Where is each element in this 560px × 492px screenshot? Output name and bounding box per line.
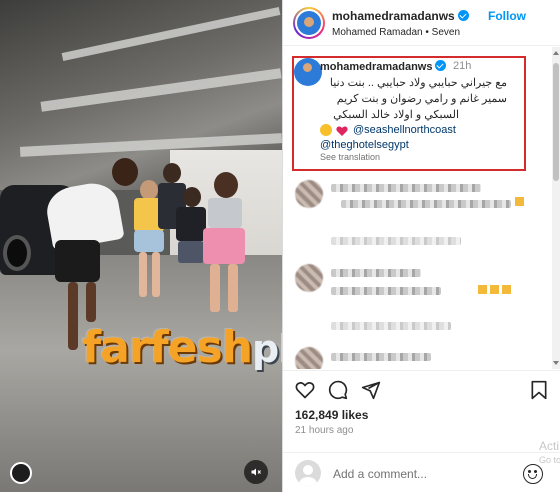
os-activation-subtext: Go to: [539, 455, 560, 465]
reel-video[interactable]: farfeshplus.com: [0, 0, 282, 492]
bookmark-icon[interactable]: [529, 380, 549, 400]
share-icon[interactable]: [361, 380, 381, 400]
current-user-avatar: [295, 460, 321, 486]
comments-list: mohamedramadanws 21h مع جيراني حبايبي ول…: [283, 47, 553, 369]
comment-icon[interactable]: [328, 380, 348, 400]
see-translation-link[interactable]: See translation: [320, 152, 380, 162]
comments-scrollbar[interactable]: [552, 47, 560, 369]
instagram-post-view: farfeshplus.com mohamedramadanws Follow …: [0, 0, 560, 492]
author-avatar[interactable]: [293, 7, 325, 39]
caption-mention[interactable]: @seashellnorthcoast: [353, 124, 456, 136]
os-activation-watermark: Acti: [539, 439, 560, 453]
red-heart-icon: [336, 126, 348, 136]
reel-author-avatar[interactable]: [10, 462, 32, 484]
like-heart-icon[interactable]: [295, 380, 315, 400]
caption-line: السبكي و اولاد خالد السبكي: [333, 109, 459, 121]
emoji-icon[interactable]: [523, 464, 543, 484]
mute-button[interactable]: [244, 460, 268, 484]
verified-icon: [435, 60, 447, 71]
author-username[interactable]: mohamedramadanws: [332, 9, 469, 23]
post-sidebar: mohamedramadanws Follow Mohamed Ramadan …: [282, 0, 560, 492]
post-header: mohamedramadanws Follow Mohamed Ramadan …: [283, 0, 560, 46]
likes-count[interactable]: 162,849 likes: [295, 408, 368, 422]
caption-avatar[interactable]: [294, 58, 322, 86]
caption-username[interactable]: mohamedramadanws: [320, 60, 447, 73]
caption-mention[interactable]: @theghotelsegypt: [320, 139, 409, 151]
caption-line: مع جيراني حبايبي ولاد حبايبي .. بنت دنيا: [329, 77, 507, 89]
caption-line: سمير غانم و رامي رضوان و بنت كريم: [336, 93, 507, 105]
caption-time: 21h: [453, 60, 472, 72]
post-audio-subtitle[interactable]: Mohamed Ramadan • Seven: [332, 27, 460, 38]
add-comment-input[interactable]: Add a comment...: [333, 467, 427, 481]
post-timestamp: 21 hours ago: [295, 425, 354, 436]
watermark: farfeshplus.com: [82, 322, 282, 373]
laughing-emoji-icon: [320, 124, 332, 136]
verified-icon: [457, 10, 469, 21]
video-frame: [0, 0, 282, 492]
post-actions: 162,849 likes 21 hours ago Add a comment…: [283, 370, 560, 492]
mute-icon: [251, 468, 261, 476]
follow-button[interactable]: Follow: [488, 9, 526, 23]
